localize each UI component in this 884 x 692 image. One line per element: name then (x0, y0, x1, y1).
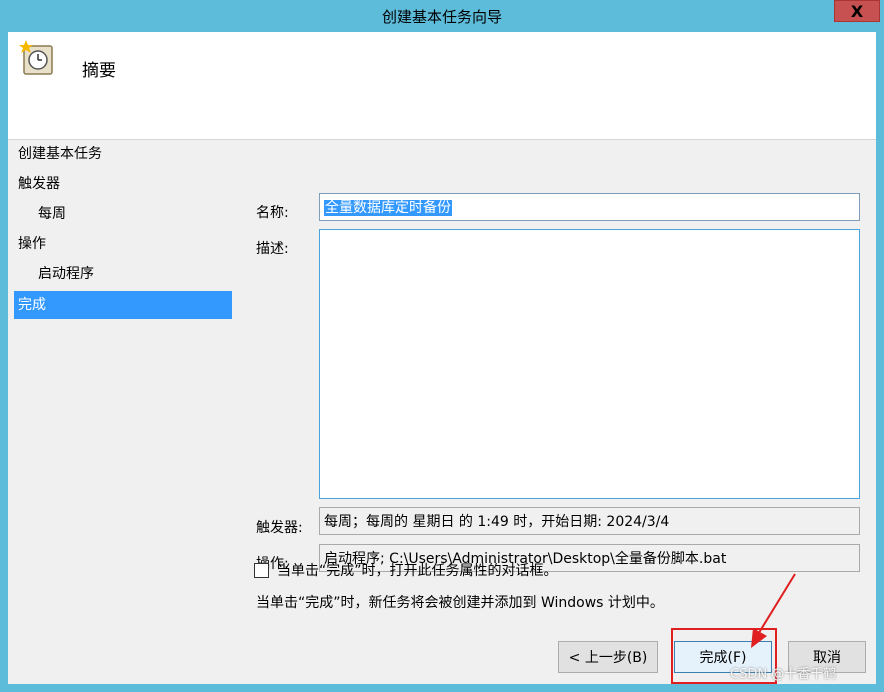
description-label: 描述: (256, 241, 289, 257)
nav-step-start-program[interactable]: 启动程序 (38, 260, 238, 288)
nav-step-finish[interactable]: 完成 (14, 291, 232, 319)
nav-step-action[interactable]: 操作 (18, 230, 238, 258)
open-properties-label: 当单击“完成”时，打开此任务属性的对话框。 (277, 563, 558, 579)
nav-step-create-task[interactable]: 创建基本任务 (18, 140, 238, 168)
name-field[interactable]: 全量数据库定时备份 (319, 193, 860, 221)
nav-step-weekly[interactable]: 每周 (38, 200, 238, 228)
nav-step-trigger[interactable]: 触发器 (18, 170, 238, 198)
trigger-label: 触发器: (256, 520, 303, 536)
open-properties-option[interactable]: 当单击“完成”时，打开此任务属性的对话框。 (254, 560, 558, 580)
window-title: 创建基本任务向导 (381, 8, 502, 26)
finish-info-text: 当单击“完成”时，新任务将会被创建并添加到 Windows 计划中。 (256, 595, 664, 611)
back-button[interactable]: < 上一步(B) (558, 641, 658, 673)
wizard-header: 摘要 (8, 32, 876, 140)
trigger-value: 每周；每周的 星期日 的 1:49 时，开始日期: 2024/3/4 (319, 507, 860, 535)
close-button[interactable]: X (834, 0, 880, 22)
wizard-steps-nav: 创建基本任务 触发器 每周 操作 启动程序 完成 (8, 140, 240, 684)
title-bar: 创建基本任务向导 X (0, 0, 884, 32)
clock-task-icon (19, 40, 53, 75)
name-label: 名称: (256, 205, 289, 221)
name-value: 全量数据库定时备份 (324, 200, 452, 216)
open-properties-checkbox[interactable] (254, 562, 269, 578)
wizard-client-area: 摘要 创建基本任务 触发器 每周 操作 启动程序 完成 名称: 全量数据库定时备… (8, 32, 876, 684)
watermark: CSDN @十香千鹤 (730, 667, 837, 682)
description-field[interactable] (319, 229, 860, 499)
page-title: 摘要 (82, 61, 116, 81)
